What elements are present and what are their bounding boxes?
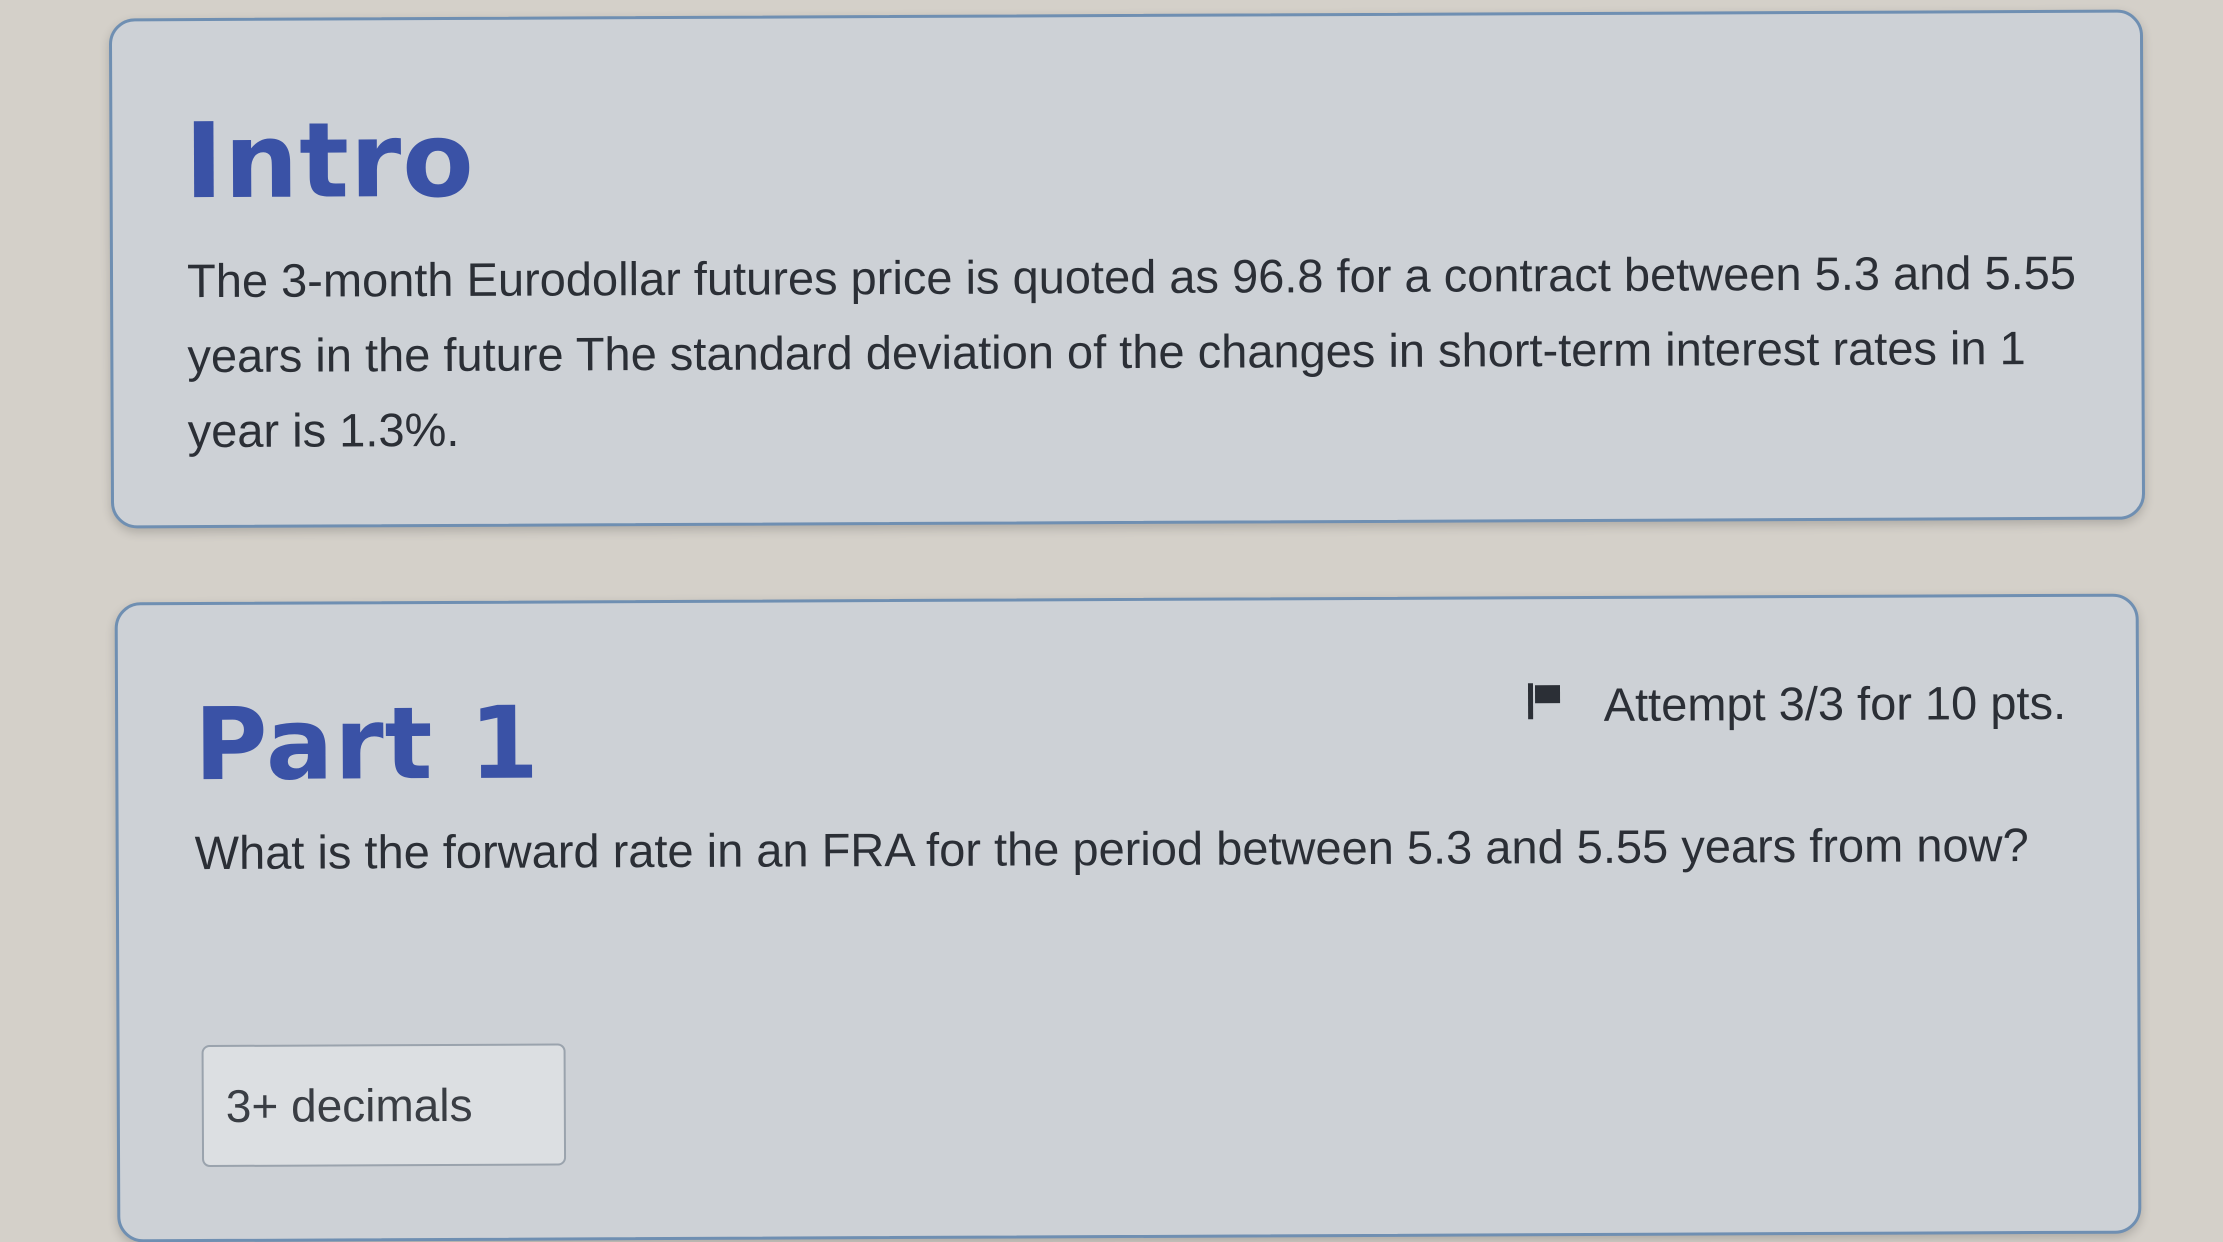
question-text: What is the forward rate in an FRA for t… (194, 818, 2029, 880)
part-title: Part 1 (193, 684, 541, 804)
intro-title: Intro (184, 98, 475, 223)
attempt-status: Attempt 3/3 for 10 pts. (1526, 675, 2067, 732)
intro-card: Intro The 3-month Eurodollar futures pri… (108, 9, 2146, 529)
answer-input[interactable] (201, 1043, 567, 1168)
intro-text: The 3-month Eurodollar futures price is … (186, 245, 2077, 458)
part-1-card: Part 1 Attempt 3/3 for 10 pts. What is t… (114, 593, 2142, 1242)
attempt-label: Attempt 3/3 for 10 pts. (1603, 675, 2067, 731)
flag-icon[interactable] (1526, 677, 1564, 732)
